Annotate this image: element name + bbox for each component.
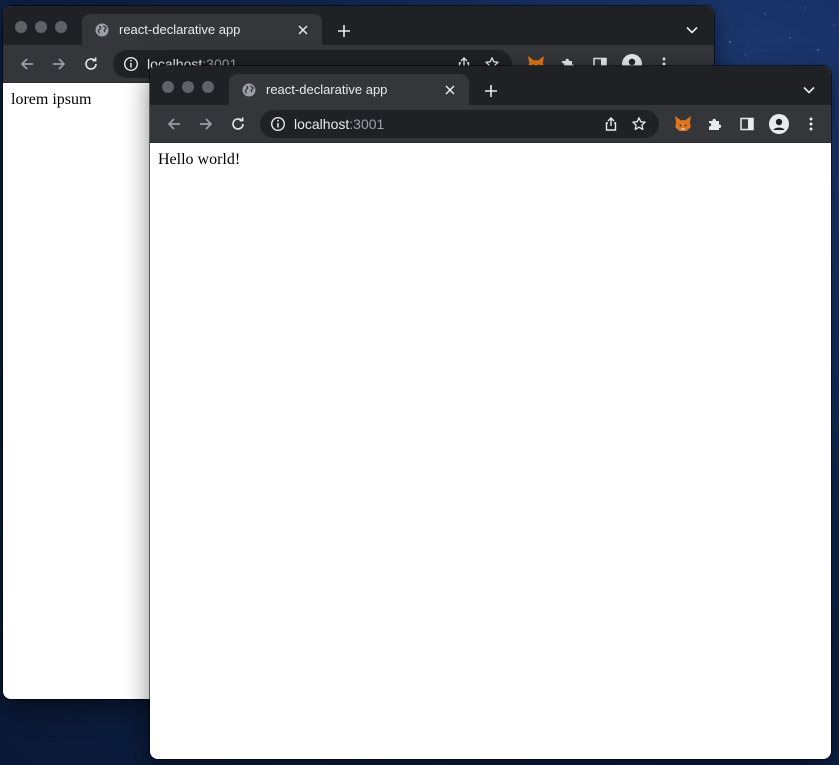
reload-button[interactable] [75, 50, 107, 78]
puzzle-icon [709, 118, 722, 130]
arrow-left-icon [20, 57, 33, 70]
arrow-right-icon [53, 57, 66, 70]
tab-title: react-declarative app [119, 22, 241, 37]
share-button[interactable] [597, 112, 625, 136]
forward-button[interactable] [190, 110, 222, 138]
reload-icon [85, 57, 97, 70]
tab-close-icon[interactable] [294, 21, 312, 39]
star-icon [632, 116, 646, 130]
minimize-window-button[interactable] [182, 81, 194, 93]
new-tab-button[interactable] [480, 80, 502, 102]
info-icon[interactable] [270, 116, 286, 132]
browser-toolbar: localhost:3001 [150, 105, 831, 143]
close-window-button[interactable] [162, 81, 174, 93]
tab-active[interactable]: react-declarative app [82, 14, 322, 45]
zoom-window-button[interactable] [55, 21, 67, 33]
tab-active[interactable]: react-declarative app [229, 74, 469, 105]
plus-icon [485, 85, 497, 97]
minimize-window-button[interactable] [35, 21, 47, 33]
reload-button[interactable] [222, 110, 254, 138]
chevron-down-icon [686, 26, 698, 34]
page-text: Hello world! [158, 151, 241, 168]
chrome-menu-button[interactable] [795, 110, 827, 138]
chevron-down-icon [803, 86, 815, 94]
url-port: :3001 [349, 115, 385, 132]
info-icon[interactable] [123, 56, 139, 72]
window-controls [15, 21, 67, 33]
reload-icon [232, 117, 244, 130]
side-panel-icon [740, 117, 754, 130]
browser-window-front[interactable]: react-declarative app localhost:3001 Hel… [150, 66, 831, 759]
extensions-button[interactable] [699, 110, 731, 138]
back-button[interactable] [11, 50, 43, 78]
bookmark-button[interactable] [625, 112, 653, 136]
tab-close-icon[interactable] [441, 81, 459, 99]
page-content: Hello world! [150, 143, 831, 759]
metamask-fox-icon [675, 116, 691, 131]
arrow-right-icon [200, 117, 213, 130]
forward-button[interactable] [43, 50, 75, 78]
tab-strip: react-declarative app [3, 6, 714, 45]
profile-button[interactable] [763, 110, 795, 138]
more-vertical-icon [809, 117, 813, 130]
tab-search-button[interactable] [801, 82, 817, 98]
arrow-left-icon [167, 117, 180, 130]
globe-icon [94, 22, 110, 38]
url-text: localhost:3001 [294, 116, 597, 132]
side-panel-button[interactable] [731, 110, 763, 138]
tab-search-button[interactable] [684, 22, 700, 38]
share-icon [605, 116, 617, 131]
metamask-extension-button[interactable] [667, 110, 699, 138]
tab-strip: react-declarative app [150, 66, 831, 105]
new-tab-button[interactable] [333, 20, 355, 42]
tab-title: react-declarative app [266, 82, 388, 97]
window-controls [162, 81, 214, 93]
zoom-window-button[interactable] [202, 81, 214, 93]
url-host: localhost [294, 115, 350, 132]
avatar-icon [769, 113, 789, 134]
plus-icon [338, 25, 350, 37]
close-window-button[interactable] [15, 21, 27, 33]
back-button[interactable] [158, 110, 190, 138]
globe-icon [241, 82, 257, 98]
address-bar[interactable]: localhost:3001 [260, 109, 659, 138]
